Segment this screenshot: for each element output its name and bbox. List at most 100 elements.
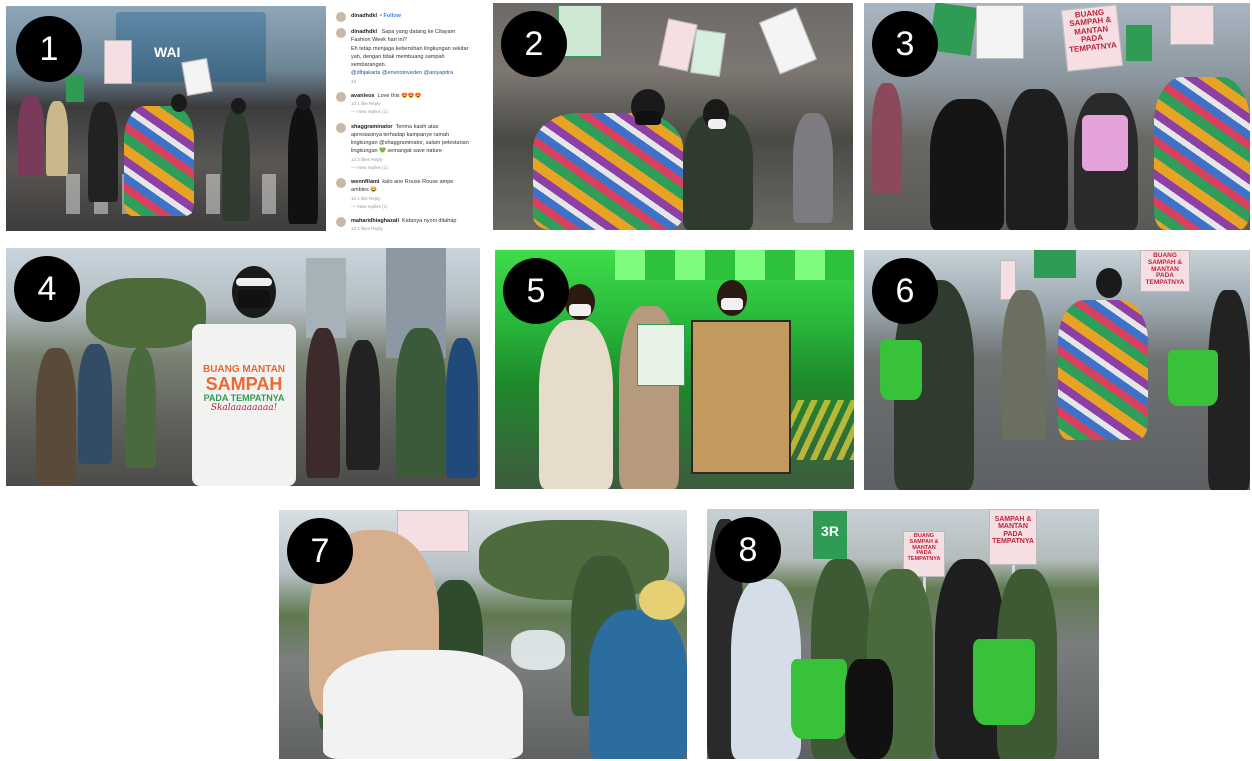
- campaign-tshirt: BUANG MANTAN SAMPAH PADA TEMPATNYA Skala…: [192, 324, 296, 486]
- ig-comment-meta[interactable]: 1d 1 like Reply: [351, 196, 381, 201]
- face-mask: [569, 304, 591, 316]
- head: [1096, 268, 1122, 298]
- sunglasses: [236, 278, 272, 286]
- face-mask: [708, 119, 726, 129]
- face-mask: [635, 111, 661, 125]
- ig-view-replies[interactable]: — View replies (1): [351, 204, 388, 209]
- protest-sign: [637, 324, 685, 386]
- black-bag-costume: [1006, 89, 1068, 230]
- crowd-person: [126, 348, 156, 468]
- ig-comment-text: Katanya nyoni ditahap: [402, 218, 457, 224]
- protest-sign: [690, 29, 726, 77]
- shirt-line-4: Skalaaaaaaaa!: [210, 403, 278, 413]
- crowd-person: [18, 96, 44, 176]
- ig-meta: 2d: [351, 78, 357, 84]
- black-bag-costume: [930, 99, 1004, 230]
- protest-sign: [104, 40, 132, 84]
- ig-comment-meta[interactable]: 1d 2 likes Reply: [351, 226, 383, 231]
- panel-number-badge: 2: [501, 11, 567, 77]
- crowd-person: [36, 348, 76, 486]
- protest-sign: [1034, 250, 1076, 278]
- follow-button[interactable]: • Follow: [380, 12, 401, 20]
- cardboard-costume: [691, 320, 791, 474]
- ig-username[interactable]: shaggraminator: [351, 124, 393, 130]
- avatar: [336, 178, 346, 188]
- photo-panel-2: 2: [493, 3, 853, 230]
- shirt-line-2: SAMPAH: [205, 374, 283, 394]
- photo-panel-6: BUANG SAMPAH & MANTAN PADA TEMPATNYA 6: [864, 250, 1250, 490]
- person-white-shirt: [539, 320, 613, 489]
- ig-caption-text-2: Eh tetap menjaga kebersihan lingkungan s…: [351, 45, 469, 69]
- black-trash-bag: [845, 659, 893, 759]
- ig-comment-meta[interactable]: 1d 1 like Reply: [351, 101, 381, 106]
- crowd-person: [396, 328, 446, 478]
- ig-comment: maharidhiaghazali Katanya nyoni ditahap 1d…: [336, 217, 470, 231]
- head: [231, 98, 246, 114]
- trash-costume: [1058, 300, 1148, 440]
- panel-number-badge: 5: [503, 258, 569, 324]
- green-tote-bag: [791, 659, 847, 739]
- ig-username[interactable]: wennfilami: [351, 179, 379, 185]
- ig-username[interactable]: maharidhiaghazali: [351, 218, 399, 224]
- photo-panel-1: WAI dinadhdkl • Follow dinadhdkl Sapa ya…: [6, 6, 480, 231]
- photo-panel-4: BUANG MANTAN SAMPAH PADA TEMPATNYA Skala…: [6, 248, 480, 486]
- ig-mentions[interactable]: @dlhjakarta @envirotoveden @aniyapitra: [351, 70, 453, 76]
- green-tote-bag: [1168, 350, 1218, 406]
- avatar: [336, 217, 346, 227]
- ig-header: dinadhdkl • Follow: [336, 12, 470, 22]
- trash-costume: [533, 113, 683, 230]
- face-mask: [721, 298, 743, 310]
- protest-sign-text: 3R: [813, 511, 847, 559]
- crowd-person: [306, 328, 340, 478]
- trash-costume: [1154, 77, 1250, 230]
- ig-username[interactable]: avanleos: [351, 93, 375, 99]
- avatar: [336, 91, 346, 102]
- panel-number-badge: 7: [287, 518, 353, 584]
- person-blue-jacket: [589, 610, 687, 759]
- protest-sign: [1170, 5, 1214, 45]
- crowd-person: [88, 102, 118, 202]
- avatar: [336, 122, 346, 133]
- protest-sign-text: BUANG SAMPAH & MANTAN PADA TEMPATNYA: [1140, 250, 1190, 292]
- protest-sign-text: SAMPAH & MANTAN PADA TEMPATNYA: [989, 509, 1037, 565]
- ig-comment-meta[interactable]: 1d 2 likes Reply: [351, 157, 383, 162]
- person-hijab: [1002, 290, 1046, 440]
- ig-comment: wennfilami kalo ane Rouse Rouse ampe ambl…: [336, 178, 470, 211]
- protest-sign: [181, 58, 213, 96]
- head: [296, 94, 311, 110]
- protest-sign: [66, 76, 84, 102]
- ig-view-replies[interactable]: — View replies (1): [351, 109, 388, 114]
- instagram-comments-panel: dinadhdkl • Follow dinadhdkl Sapa yang d…: [326, 6, 480, 231]
- avatar: [336, 12, 346, 22]
- protest-sign: [1126, 25, 1152, 61]
- ig-username[interactable]: dinadhdkl: [351, 29, 377, 35]
- panel-number-badge: 4: [14, 256, 80, 322]
- crowd-person: [46, 101, 68, 176]
- face-mask: [238, 290, 270, 308]
- crowd-person: [346, 340, 380, 470]
- green-tote-bag: [973, 639, 1035, 725]
- ig-username[interactable]: dinadhdkl: [351, 12, 377, 20]
- ig-view-replies[interactable]: — View replies (1): [351, 165, 388, 170]
- crowd-person: [288, 106, 318, 224]
- crowd-person: [222, 111, 250, 221]
- crowd-person: [872, 83, 902, 193]
- green-tote-bag: [880, 340, 922, 400]
- crowd-person: [78, 344, 112, 464]
- ig-comment: shaggraminator Terima kasih atas apresias…: [336, 122, 470, 173]
- yellow-headwrap: [639, 580, 685, 620]
- panel-number-badge: 6: [872, 258, 938, 324]
- ig-caption: dinadhdkl Sapa yang datang ke Citayam Fa…: [336, 28, 470, 86]
- head: [171, 94, 187, 112]
- protest-sign: [976, 5, 1024, 59]
- crowd-person: [683, 113, 753, 230]
- avatar: [336, 28, 346, 38]
- ig-comment: avanleos Love this 😍😍😍 1d 1 like Reply — Vi…: [336, 91, 470, 117]
- photo-panel-5: 5: [495, 250, 854, 489]
- trees: [86, 278, 206, 348]
- tower-building: [306, 258, 346, 338]
- shirt-line-3: PADA TEMPATNYA: [203, 393, 285, 403]
- ig-comment-text: Love this 😍😍😍: [377, 92, 422, 99]
- panel-number-badge: 8: [715, 517, 781, 583]
- panel-number-badge: 1: [16, 16, 82, 82]
